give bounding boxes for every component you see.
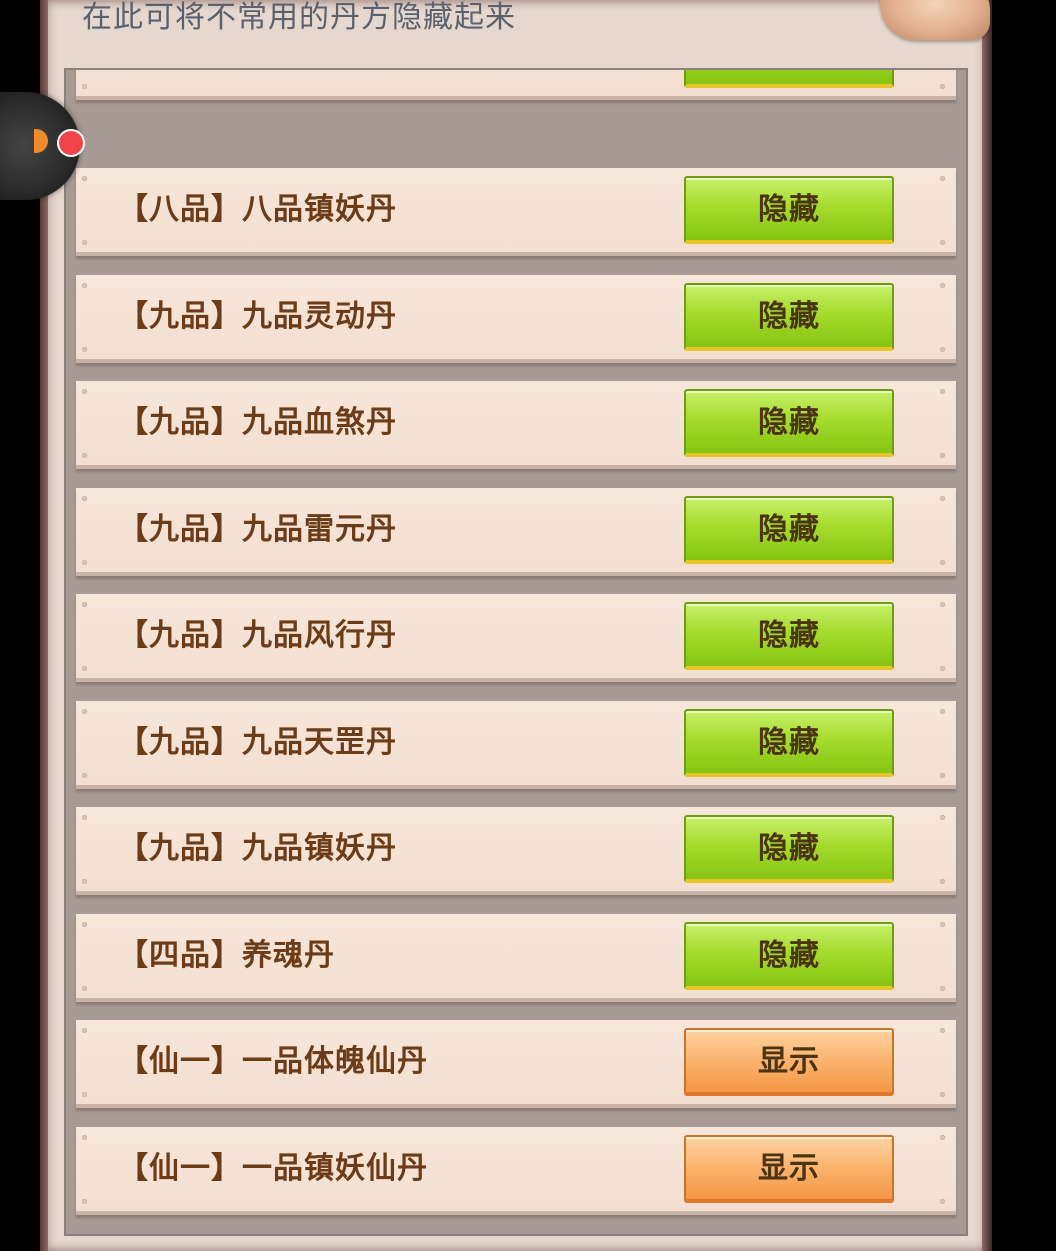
hide-button[interactable]: 隐藏 [684, 922, 894, 990]
recipe-row: 【九品】九品雷元丹 隐藏 [76, 488, 956, 576]
hide-button[interactable]: 隐藏 [684, 496, 894, 564]
recipe-row: 【九品】九品灵动丹 隐藏 [76, 275, 956, 363]
recipe-name: 【仙一】一品体魄仙丹 [118, 1044, 428, 1079]
recipe-row: 【九品】九品血煞丹 隐藏 [76, 381, 956, 469]
hide-button[interactable]: 隐藏 [684, 70, 894, 88]
rivet-icon [82, 709, 87, 714]
hide-button[interactable]: 隐藏 [684, 389, 894, 457]
rivet-icon [82, 347, 87, 352]
rivet-icon [940, 1135, 945, 1140]
rivet-icon [82, 283, 87, 288]
recipe-name: 【九品】九品镇妖丹 [118, 831, 397, 866]
rivet-icon [940, 347, 945, 352]
rivet-icon [940, 602, 945, 607]
hint-text: 在此可将不常用的丹方隐藏起来 [82, 0, 516, 35]
recipe-name: 【四品】养魂丹 [118, 938, 335, 973]
show-button[interactable]: 显示 [684, 1028, 894, 1096]
rivet-icon [82, 773, 87, 778]
hide-button[interactable]: 隐藏 [684, 602, 894, 670]
rivet-icon [82, 1135, 87, 1140]
rivet-icon [940, 496, 945, 501]
recipe-name: 【八品】八品天罡丹 [118, 70, 397, 96]
recipe-name: 【九品】九品雷元丹 [118, 512, 397, 547]
rivet-icon [940, 560, 945, 565]
panel-border-right [982, 0, 992, 1251]
rivet-icon [940, 773, 945, 778]
rivet-icon [82, 1199, 87, 1204]
hide-button[interactable]: 隐藏 [684, 283, 894, 351]
recipe-name: 【仙一】一品镇妖仙丹 [118, 1151, 428, 1186]
recipe-name: 【九品】九品灵动丹 [118, 299, 397, 334]
recipe-row: 【仙一】一品体魄仙丹 显示 [76, 1020, 956, 1108]
recipe-name: 【九品】九品血煞丹 [118, 405, 397, 440]
rivet-icon [940, 815, 945, 820]
rivet-icon [82, 602, 87, 607]
rivet-icon [82, 84, 87, 89]
rivet-icon [940, 986, 945, 991]
hide-button[interactable]: 隐藏 [684, 176, 894, 244]
rivet-icon [940, 666, 945, 671]
rivet-icon [82, 496, 87, 501]
rivet-icon [82, 922, 87, 927]
rivet-icon [82, 389, 87, 394]
rivet-icon [940, 1028, 945, 1033]
rivet-icon [940, 176, 945, 181]
recipe-row: 【八品】八品天罡丹 隐藏 [76, 70, 956, 100]
rivet-icon [82, 1092, 87, 1097]
rivet-icon [940, 240, 945, 245]
rivet-icon [940, 389, 945, 394]
rivet-icon [82, 240, 87, 245]
rivet-icon [82, 666, 87, 671]
rivet-icon [940, 709, 945, 714]
recipe-name: 【九品】九品天罡丹 [118, 725, 397, 760]
rivet-icon [82, 815, 87, 820]
recipe-list-content: 【八品】八品天罡丹 隐藏 【八品】八品镇妖丹 隐藏 【九品】九品灵动丹 隐藏 【… [66, 70, 966, 1234]
recipe-row: 【仙一】一品镇妖仙丹 显示 [76, 1127, 956, 1215]
rivet-icon [940, 84, 945, 89]
rivet-icon [940, 1092, 945, 1097]
recipe-list[interactable]: 【八品】八品天罡丹 隐藏 【八品】八品镇妖丹 隐藏 【九品】九品灵动丹 隐藏 【… [64, 68, 968, 1236]
rivet-icon [82, 453, 87, 458]
notification-dot-icon [57, 129, 85, 157]
recipe-row: 【八品】八品镇妖丹 隐藏 [76, 168, 956, 256]
recipe-row: 【九品】九品镇妖丹 隐藏 [76, 807, 956, 895]
rivet-icon [940, 879, 945, 884]
rivet-icon [82, 176, 87, 181]
recipe-name: 【八品】八品镇妖丹 [118, 192, 397, 227]
recipe-name: 【九品】九品风行丹 [118, 618, 397, 653]
recipe-row: 【九品】九品风行丹 隐藏 [76, 594, 956, 682]
recipe-row: 【九品】九品天罡丹 隐藏 [76, 701, 956, 789]
rivet-icon [940, 922, 945, 927]
rivet-icon [940, 283, 945, 288]
rivet-icon [82, 986, 87, 991]
rivet-icon [940, 1199, 945, 1204]
rivet-icon [82, 560, 87, 565]
show-button[interactable]: 显示 [684, 1135, 894, 1203]
cloud-ornament-icon [880, 0, 990, 40]
rivet-icon [82, 1028, 87, 1033]
rivet-icon [940, 453, 945, 458]
hide-button[interactable]: 隐藏 [684, 815, 894, 883]
rivet-icon [82, 879, 87, 884]
recipe-row: 【四品】养魂丹 隐藏 [76, 914, 956, 1002]
hide-button[interactable]: 隐藏 [684, 709, 894, 777]
